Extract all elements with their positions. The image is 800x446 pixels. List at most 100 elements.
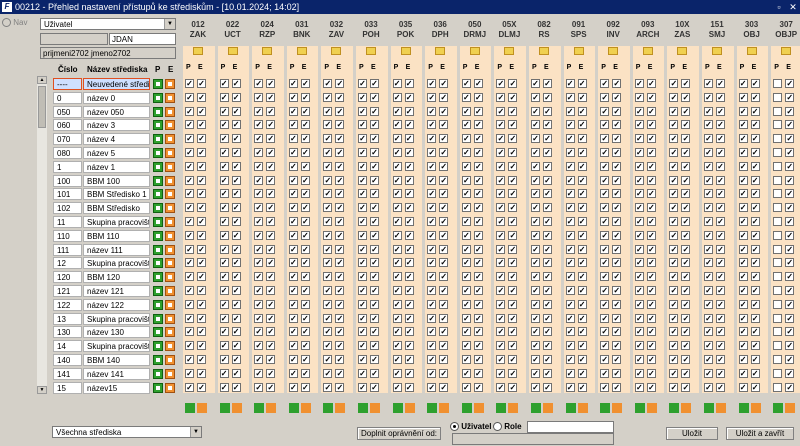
row-number[interactable]: 121	[53, 285, 82, 297]
checkbox-p[interactable]: ✓	[254, 258, 264, 268]
checkbox-e[interactable]: ✓	[404, 148, 414, 157]
folder-icon[interactable]	[573, 47, 584, 55]
checkbox-e[interactable]: ✓	[612, 134, 622, 144]
checkbox-p[interactable]: ✓	[358, 189, 367, 199]
row-number[interactable]: 1	[53, 160, 82, 173]
row-name[interactable]: Skupina pracovišť	[83, 340, 150, 353]
checkbox-p[interactable]: ✓	[669, 286, 679, 295]
row-e-all-icon[interactable]	[165, 230, 175, 241]
checkbox-e[interactable]: ✓	[646, 175, 656, 185]
checkbox-p[interactable]: ✓	[185, 327, 194, 337]
checkbox-e[interactable]: ✓	[231, 217, 241, 226]
checkbox-p[interactable]: ✓	[358, 161, 367, 171]
checkbox-e[interactable]: ✓	[646, 272, 656, 282]
checkbox-p[interactable]: ✓	[392, 355, 402, 364]
checkbox-p[interactable]: ✓	[288, 161, 298, 171]
checkbox-e[interactable]: ✓	[543, 327, 552, 337]
checkbox-p[interactable]: ✓	[185, 341, 194, 351]
checkbox-p[interactable]: ✓	[634, 79, 644, 88]
checkbox-p[interactable]: ✓	[358, 368, 367, 378]
checkbox-e[interactable]: ✓	[197, 230, 206, 240]
save-close-button[interactable]: Uložit a zavřít	[726, 427, 794, 440]
module-e-all-icon[interactable]	[266, 403, 277, 413]
checkbox-e[interactable]: ✓	[750, 368, 760, 378]
row-e-all-icon[interactable]	[165, 148, 175, 158]
checkbox-e[interactable]: ✓	[612, 382, 622, 392]
checkbox-p[interactable]: ✓	[323, 382, 333, 392]
checkbox-p[interactable]: ✓	[704, 203, 713, 213]
row-p-all-icon[interactable]	[153, 341, 163, 352]
checkbox-p[interactable]: ✓	[669, 230, 679, 240]
checkbox-p[interactable]: ✓	[669, 258, 679, 268]
checkbox-p[interactable]: ✓	[738, 355, 748, 364]
checkbox-e[interactable]: ✓	[266, 299, 276, 309]
checkbox-p[interactable]: ✓	[531, 106, 540, 116]
checkbox-e[interactable]: ✓	[785, 286, 795, 295]
checkbox-e[interactable]: ✓	[577, 286, 587, 295]
checkbox-p[interactable]: ✓	[358, 217, 367, 226]
checkbox-p[interactable]: ✓	[600, 313, 610, 323]
checkbox-p[interactable]: ✓	[461, 230, 471, 240]
checkbox-e[interactable]: ✓	[681, 106, 691, 116]
checkbox-p[interactable]: ✓	[219, 272, 229, 282]
row-number[interactable]: 0	[53, 91, 82, 104]
checkbox-p[interactable]	[773, 368, 783, 378]
checkbox-e[interactable]: ✓	[508, 134, 518, 144]
nav-toggle[interactable]: Nav	[2, 18, 27, 28]
module-p-all-icon[interactable]	[738, 403, 749, 413]
checkbox-p[interactable]: ✓	[358, 79, 367, 88]
checkbox-p[interactable]: ✓	[669, 106, 679, 116]
checkbox-e[interactable]: ✓	[508, 189, 518, 199]
checkbox-p[interactable]: ✓	[496, 341, 506, 351]
checkbox-p[interactable]	[773, 258, 783, 268]
checkbox-e[interactable]: ✓	[197, 189, 206, 199]
checkbox-e[interactable]: ✓	[612, 341, 622, 351]
checkbox-p[interactable]: ✓	[600, 299, 610, 309]
checkbox-e[interactable]: ✓	[785, 272, 795, 282]
checkbox-e[interactable]: ✓	[439, 203, 449, 213]
checkbox-p[interactable]: ✓	[185, 313, 194, 323]
row-p-all-icon[interactable]	[153, 258, 163, 269]
checkbox-e[interactable]: ✓	[266, 134, 276, 144]
checkbox-p[interactable]	[773, 134, 783, 144]
checkbox-e[interactable]: ✓	[750, 106, 760, 116]
row-name[interactable]: BBM 100	[83, 174, 150, 187]
row-number[interactable]: 100	[53, 174, 82, 187]
row-e-all-icon[interactable]	[165, 92, 175, 103]
checkbox-e[interactable]: ✓	[543, 134, 552, 144]
checkbox-p[interactable]: ✓	[600, 355, 610, 364]
checkbox-e[interactable]: ✓	[750, 189, 760, 199]
checkbox-e[interactable]: ✓	[577, 258, 587, 268]
checkbox-p[interactable]: ✓	[288, 313, 298, 323]
checkbox-p[interactable]: ✓	[392, 203, 402, 213]
checkbox-e[interactable]: ✓	[543, 161, 552, 171]
module-e-all-icon[interactable]	[404, 403, 415, 413]
checkbox-p[interactable]: ✓	[288, 203, 298, 213]
checkbox-e[interactable]: ✓	[335, 175, 345, 185]
checkbox-e[interactable]: ✓	[577, 134, 587, 144]
checkbox-e[interactable]: ✓	[231, 161, 241, 171]
checkbox-e[interactable]: ✓	[370, 92, 379, 102]
checkbox-e[interactable]: ✓	[716, 134, 725, 144]
row-number[interactable]: 140	[53, 354, 82, 366]
checkbox-p[interactable]: ✓	[219, 230, 229, 240]
close-icon[interactable]: ✕	[788, 2, 798, 12]
checkbox-p[interactable]: ✓	[358, 313, 367, 323]
checkbox-e[interactable]: ✓	[508, 341, 518, 351]
scroll-down-icon[interactable]: ▼	[37, 386, 47, 394]
checkbox-e[interactable]: ✓	[716, 175, 725, 185]
checkbox-p[interactable]: ✓	[288, 79, 298, 88]
checkbox-e[interactable]: ✓	[612, 203, 622, 213]
checkbox-p[interactable]	[773, 92, 783, 102]
checkbox-e[interactable]: ✓	[646, 217, 656, 226]
module-p-all-icon[interactable]	[358, 403, 368, 413]
checkbox-p[interactable]: ✓	[461, 217, 471, 226]
checkbox-p[interactable]: ✓	[600, 134, 610, 144]
checkbox-e[interactable]: ✓	[404, 79, 414, 88]
checkbox-e[interactable]: ✓	[404, 189, 414, 199]
checkbox-e[interactable]: ✓	[439, 299, 449, 309]
checkbox-e[interactable]: ✓	[404, 355, 414, 364]
checkbox-p[interactable]: ✓	[634, 327, 644, 337]
checkbox-p[interactable]	[773, 189, 783, 199]
checkbox-p[interactable]: ✓	[358, 244, 367, 254]
